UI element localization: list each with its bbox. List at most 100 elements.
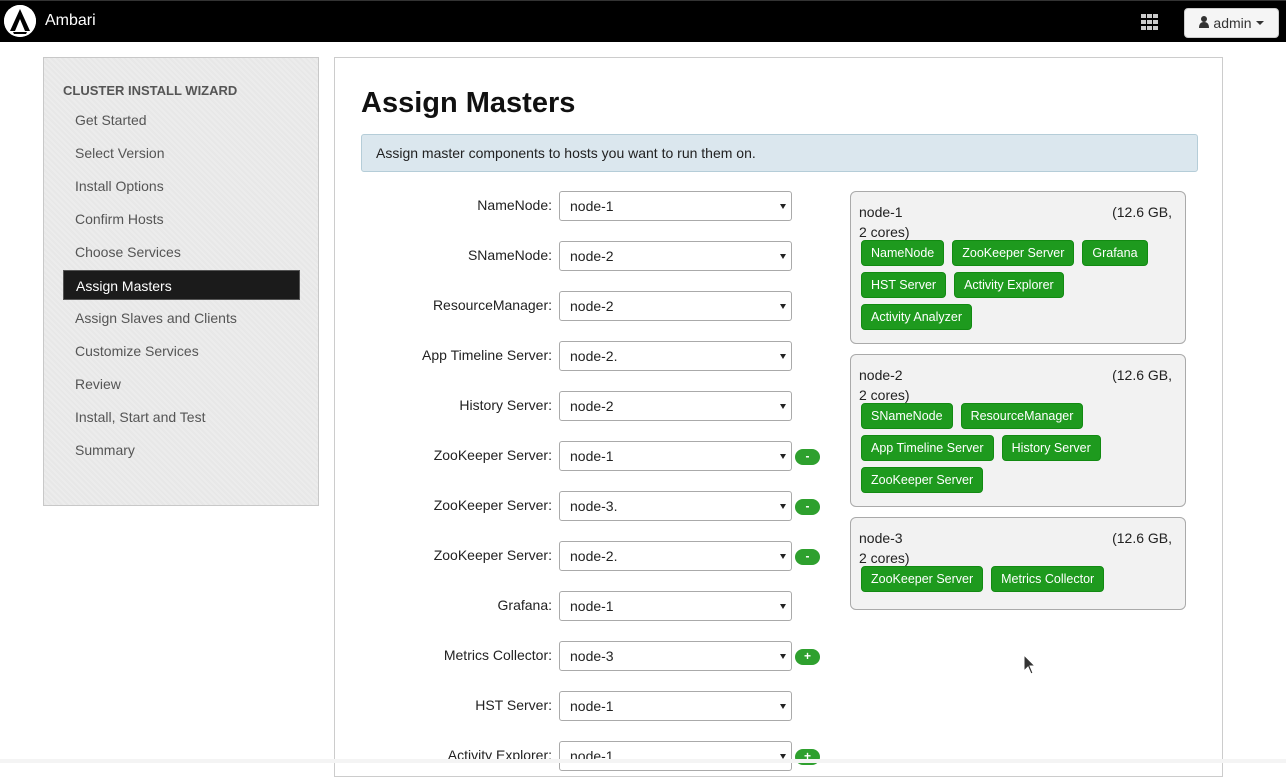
top-navbar: Ambari admin	[0, 0, 1286, 42]
component-label: ZooKeeper Server:	[433, 497, 552, 513]
host-select-value: node-2	[570, 248, 614, 264]
component-label: Metrics Collector:	[443, 647, 552, 663]
user-menu-button[interactable]: admin	[1184, 8, 1279, 38]
step-install-options[interactable]: Install Options	[63, 170, 300, 203]
host-select[interactable]: node-2	[559, 391, 792, 421]
remove-component-button[interactable]: -	[795, 549, 820, 565]
host-memory: (12.6 GB,	[1112, 204, 1172, 220]
assignment-row: ZooKeeper Server: node-2. -	[334, 541, 834, 571]
grid-icon[interactable]	[1141, 14, 1158, 30]
chevron-down-icon	[780, 404, 786, 409]
host-card-header: node-3 (12.6 GB, 2 cores)	[859, 526, 1177, 566]
assignment-row: SNameNode: node-2	[334, 241, 834, 271]
host-select-value: node-2.	[570, 348, 618, 364]
component-chip: App Timeline Server	[861, 435, 994, 461]
assignment-row: ResourceManager: node-2	[334, 291, 834, 321]
host-select-value: node-2.	[570, 548, 618, 564]
assignment-row: Grafana: node-1	[334, 591, 834, 621]
assignment-row: ZooKeeper Server: node-3. -	[334, 491, 834, 521]
component-chip: ResourceManager	[960, 403, 1084, 429]
step-assign-masters[interactable]: Assign Masters	[63, 270, 300, 300]
chevron-down-icon	[780, 204, 786, 209]
component-label: NameNode:	[477, 197, 552, 213]
remove-component-button[interactable]: -	[795, 449, 820, 465]
component-chip-list: ZooKeeper Server Metrics Collector	[859, 566, 1177, 592]
assignment-row: App Timeline Server: node-2.	[334, 341, 834, 371]
host-card: node-1 (12.6 GB, 2 cores) NameNode ZooKeeper…	[850, 191, 1186, 344]
page-bottom-edge	[0, 759, 1286, 763]
step-review[interactable]: Review	[63, 368, 300, 401]
host-select[interactable]: node-3	[559, 641, 792, 671]
component-label: Grafana:	[497, 597, 552, 613]
chevron-down-icon	[780, 704, 786, 709]
host-select-value: node-2	[570, 298, 614, 314]
component-chip: ZooKeeper Server	[952, 240, 1075, 266]
assignment-row: HST Server: node-1	[334, 691, 834, 721]
chevron-down-icon	[780, 504, 786, 509]
wizard-sidebar: CLUSTER INSTALL WIZARD Get Started Selec…	[43, 57, 319, 506]
ambari-logo-icon[interactable]	[4, 5, 36, 37]
host-select[interactable]: node-2.	[559, 541, 792, 571]
host-select[interactable]: node-1	[559, 441, 792, 471]
component-label: ResourceManager:	[432, 297, 552, 313]
chevron-down-icon	[780, 604, 786, 609]
component-chip: ZooKeeper Server	[861, 566, 984, 592]
component-chip: Activity Analyzer	[861, 304, 973, 330]
host-name: node-1	[859, 204, 903, 220]
host-card-header: node-1 (12.6 GB, 2 cores)	[859, 200, 1177, 240]
component-chip: ZooKeeper Server	[861, 467, 984, 493]
host-cores: 2 cores)	[859, 550, 910, 566]
host-select-value: node-1	[570, 448, 614, 464]
component-chip: History Server	[1001, 435, 1101, 461]
component-label: SNameNode:	[467, 247, 552, 263]
host-select-value: node-3.	[570, 498, 618, 514]
chevron-down-icon	[780, 554, 786, 559]
assignment-row: NameNode: node-1	[334, 191, 834, 221]
page-title: Assign Masters	[361, 87, 576, 119]
host-select[interactable]: node-1	[559, 691, 792, 721]
host-select[interactable]: node-2	[559, 291, 792, 321]
mouse-cursor-icon	[1023, 653, 1037, 675]
component-chip: Metrics Collector	[991, 566, 1105, 592]
host-cores: 2 cores)	[859, 224, 910, 240]
component-chip: Grafana	[1082, 240, 1148, 266]
user-menu-label: admin	[1213, 15, 1252, 31]
host-memory: (12.6 GB,	[1112, 367, 1172, 383]
chevron-down-icon	[780, 354, 786, 359]
step-select-version[interactable]: Select Version	[63, 137, 300, 170]
component-chip-list: SNameNode ResourceManager App Timeline Ser…	[859, 403, 1177, 493]
component-label: App Timeline Server:	[422, 347, 552, 363]
component-label: HST Server:	[475, 697, 552, 713]
host-select[interactable]: node-1	[559, 741, 792, 771]
component-label: ZooKeeper Server:	[433, 547, 552, 563]
sidebar-title: CLUSTER INSTALL WIZARD	[63, 83, 238, 98]
step-assign-slaves-and-clients[interactable]: Assign Slaves and Clients	[63, 302, 300, 335]
host-select[interactable]: node-1	[559, 591, 792, 621]
step-choose-services[interactable]: Choose Services	[63, 236, 300, 269]
host-select[interactable]: node-2	[559, 241, 792, 271]
component-label: ZooKeeper Server:	[433, 447, 552, 463]
host-select[interactable]: node-1	[559, 191, 792, 221]
remove-component-button[interactable]: -	[795, 499, 820, 515]
host-memory: (12.6 GB,	[1112, 530, 1172, 546]
step-summary[interactable]: Summary	[63, 434, 300, 467]
step-confirm-hosts[interactable]: Confirm Hosts	[63, 203, 300, 236]
host-name: node-3	[859, 530, 903, 546]
host-select[interactable]: node-2.	[559, 341, 792, 371]
host-select-value: node-2	[570, 398, 614, 414]
component-chip: Activity Explorer	[954, 272, 1064, 298]
host-cores: 2 cores)	[859, 387, 910, 403]
step-customize-services[interactable]: Customize Services	[63, 335, 300, 368]
step-install-start-and-test[interactable]: Install, Start and Test	[63, 401, 300, 434]
assignment-row: Activity Explorer: node-1 +	[334, 741, 834, 771]
host-name: node-2	[859, 367, 903, 383]
component-chip: NameNode	[861, 240, 945, 266]
chevron-down-icon	[780, 654, 786, 659]
host-card-header: node-2 (12.6 GB, 2 cores)	[859, 363, 1177, 403]
brand-name[interactable]: Ambari	[45, 12, 96, 30]
add-component-button[interactable]: +	[795, 649, 820, 665]
chevron-down-icon	[780, 254, 786, 259]
chevron-down-icon	[1255, 21, 1264, 25]
step-get-started[interactable]: Get Started	[63, 104, 300, 137]
host-select[interactable]: node-3.	[559, 491, 792, 521]
